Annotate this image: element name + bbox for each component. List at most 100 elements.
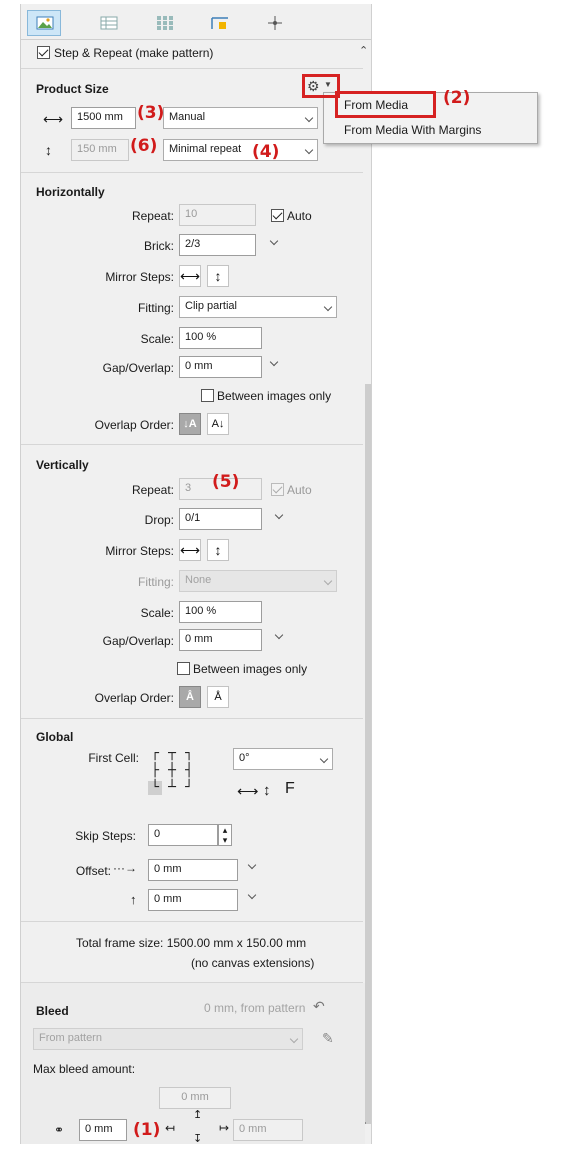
drop-dropdown-arrow[interactable] xyxy=(274,510,284,520)
step-repeat-checkbox[interactable] xyxy=(37,46,50,59)
product-width-input[interactable]: 1500 mm xyxy=(71,107,136,129)
h-mirror-vertical-button[interactable]: ↕ xyxy=(207,265,229,287)
arrow-top-icon: ↥ xyxy=(193,1109,203,1121)
h-gap-dropdown-arrow[interactable] xyxy=(269,357,279,367)
h-fitting-select[interactable]: Clip partial xyxy=(179,296,337,318)
skip-steps-input[interactable]: 0 xyxy=(148,824,218,846)
first-cell-bottom-icon[interactable]: ┴ xyxy=(165,781,179,795)
vertical-arrow-icon: ↕ xyxy=(214,542,222,558)
scrollbar-thumb[interactable] xyxy=(365,384,371,1124)
rotation-select[interactable]: 0° xyxy=(233,748,333,770)
reset-icon[interactable]: ↶ xyxy=(313,998,325,1015)
offset-x-input[interactable]: 0 mm xyxy=(148,859,238,881)
total-frame-size: Total frame size: 1500.00 mm x 150.00 mm xyxy=(76,936,307,950)
h-scale-input[interactable]: 100 % xyxy=(179,327,262,349)
first-cell-top-right-icon[interactable]: ┐ xyxy=(182,747,196,761)
vertically-title: Vertically xyxy=(36,458,89,472)
drop-label: Drop: xyxy=(144,513,174,527)
h-overlap-order-last-button[interactable]: A↓ xyxy=(207,413,229,435)
edit-pencil-icon[interactable]: ✎ xyxy=(322,1030,334,1047)
spin-up-icon[interactable]: ▴ xyxy=(223,825,228,835)
first-cell-bottom-left-icon[interactable]: └ xyxy=(148,781,162,795)
menu-item-from-media-with-margins[interactable]: From Media With Margins xyxy=(324,119,537,143)
v-scale-label: Scale: xyxy=(140,606,174,620)
annotation-6: (6) xyxy=(130,136,158,156)
flip-vertical-icon[interactable]: ↕ xyxy=(263,782,271,799)
overlap-order-first-icon: Å xyxy=(186,691,194,703)
first-cell-grid[interactable]: ┌ ┬ ┐ ├ ┼ ┤ └ ┴ ┘ xyxy=(148,747,202,797)
product-height-input[interactable]: 150 mm xyxy=(71,139,129,161)
first-cell-left-icon[interactable]: ├ xyxy=(148,764,162,778)
step-repeat-icon xyxy=(211,17,228,29)
h-overlap-order-first-button[interactable]: ↓A xyxy=(179,413,201,435)
v-mirror-steps-label: Mirror Steps: xyxy=(105,544,174,558)
arrow-up-icon: ↑ xyxy=(130,892,137,907)
h-repeat-input[interactable]: 10 xyxy=(179,204,256,226)
h-between-images-label: Between images only xyxy=(217,389,332,403)
v-overlap-order-last-button[interactable]: Å xyxy=(207,686,229,708)
v-auto-checkbox[interactable] xyxy=(271,483,284,496)
v-fitting-value: None xyxy=(185,574,212,586)
offset-label: Offset: xyxy=(75,864,111,878)
first-cell-center-icon[interactable]: ┼ xyxy=(165,764,179,778)
bleed-left-input[interactable]: 0 mm xyxy=(79,1119,127,1141)
v-mirror-horizontal-button[interactable]: ⟷ xyxy=(179,539,201,561)
v-mirror-vertical-button[interactable]: ↕ xyxy=(207,539,229,561)
brick-dropdown-arrow[interactable] xyxy=(269,236,279,246)
product-width-mode-select[interactable]: Manual xyxy=(163,107,318,129)
h-overlap-order-label: Overlap Order: xyxy=(94,418,174,432)
step-repeat-tab[interactable] xyxy=(201,10,235,36)
v-between-images-checkbox[interactable] xyxy=(177,662,190,675)
image-layout-tab[interactable] xyxy=(27,10,61,36)
v-scale-input[interactable]: 100 % xyxy=(179,601,262,623)
first-cell-label: First Cell: xyxy=(88,751,139,765)
v-overlap-order-first-button[interactable]: Å xyxy=(179,686,201,708)
h-gap-input[interactable]: 0 mm xyxy=(179,356,262,378)
annotation-3: (3) xyxy=(137,103,165,123)
link-icon[interactable]: ⚭ xyxy=(54,1123,64,1137)
h-between-images-checkbox[interactable] xyxy=(201,389,214,402)
offset-y-dropdown-arrow[interactable] xyxy=(247,890,257,900)
h-mirror-horizontal-button[interactable]: ⟷ xyxy=(179,265,201,287)
v-gap-input[interactable]: 0 mm xyxy=(179,629,262,651)
flip-horizontal-icon[interactable]: ⟷ xyxy=(237,782,259,800)
h-scale-label: Scale: xyxy=(140,332,174,346)
h-auto-checkbox[interactable] xyxy=(271,209,284,222)
h-mirror-steps-label: Mirror Steps: xyxy=(105,270,174,284)
step-repeat-label: Step & Repeat (make pattern) xyxy=(54,46,214,60)
bleed-right-input[interactable]: 0 mm xyxy=(233,1119,303,1141)
max-bleed-label: Max bleed amount: xyxy=(33,1062,136,1076)
max-bleed-input[interactable]: 0 mm xyxy=(159,1087,231,1109)
scroll-up-icon[interactable]: ⌃ xyxy=(359,44,368,57)
first-cell-bottom-right-icon[interactable]: ┘ xyxy=(182,781,196,795)
offset-y-input[interactable]: 0 mm xyxy=(148,889,238,911)
table-grid-tab[interactable] xyxy=(91,10,125,36)
horizontal-arrow-icon: ⟷ xyxy=(180,268,201,284)
annotation-2: (2) xyxy=(443,88,471,108)
first-cell-top-icon[interactable]: ┬ xyxy=(165,747,179,761)
flip-label: F xyxy=(285,780,295,797)
skip-steps-label: Skip Steps: xyxy=(75,829,136,843)
spin-down-icon[interactable]: ▾ xyxy=(223,835,228,845)
v-fitting-select[interactable]: None xyxy=(179,570,337,592)
first-cell-right-icon[interactable]: ┤ xyxy=(182,764,196,778)
v-overlap-order-label: Overlap Order: xyxy=(94,691,174,705)
first-cell-top-left-icon[interactable]: ┌ xyxy=(148,747,162,761)
dotted-arrow-right-icon: ···→ xyxy=(113,861,137,875)
canvas-extensions-note: (no canvas extensions) xyxy=(191,956,315,970)
product-width-mode-value: Manual xyxy=(169,111,206,123)
tile-grid-tab[interactable] xyxy=(147,10,181,36)
image-layout-icon xyxy=(36,16,54,30)
skip-steps-spinner[interactable]: ▴ ▾ xyxy=(218,824,232,846)
product-height-mode-select[interactable]: Minimal repeat xyxy=(163,139,318,161)
overlap-order-last-icon: Å xyxy=(214,691,222,703)
panel-toolbar xyxy=(21,4,371,40)
crosshair-tab[interactable] xyxy=(257,10,291,36)
brick-input[interactable]: 2/3 xyxy=(179,234,256,256)
offset-x-dropdown-arrow[interactable] xyxy=(247,860,257,870)
v-gap-dropdown-arrow[interactable] xyxy=(274,630,284,640)
annotation-1: (1) xyxy=(133,1120,161,1140)
drop-input[interactable]: 0/1 xyxy=(179,508,262,530)
arrow-right-icon: ↦ xyxy=(219,1121,230,1135)
bleed-source-select[interactable]: From pattern xyxy=(33,1028,303,1050)
